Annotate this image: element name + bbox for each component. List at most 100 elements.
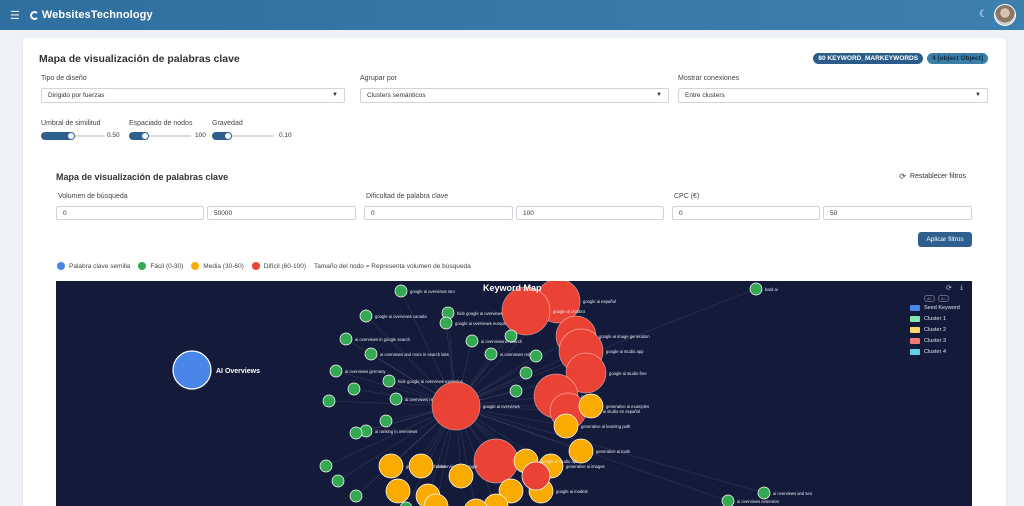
keyword-node[interactable] — [504, 329, 518, 343]
keyword-node[interactable] — [385, 478, 411, 504]
volume-max-input[interactable]: 50000 — [207, 206, 356, 220]
cluster-legend-item: Cluster 4 — [910, 349, 960, 355]
keyword-node-label: generative ai tools — [596, 449, 630, 454]
keyword-node-label: google ai overviews — [483, 404, 520, 409]
keyword-node[interactable] — [465, 334, 479, 348]
graph-canvas[interactable]: AI Overviews google ai overviews seo hide … — [56, 281, 972, 506]
zoom-out-icon[interactable]: A↓ — [938, 295, 949, 302]
legend-size-note: Tamaño del nodo = Representa volumen de … — [314, 262, 471, 270]
keyword-node[interactable] — [331, 474, 345, 488]
page-title: Mapa de visualización de palabras clave — [39, 53, 240, 65]
keyword-node[interactable] — [448, 463, 474, 489]
keyword-node[interactable] — [553, 413, 579, 439]
dark-mode-icon[interactable]: ☾ — [979, 9, 988, 20]
similarity-track[interactable] — [75, 135, 105, 137]
refresh-graph-icon[interactable]: ⟳ — [946, 284, 952, 292]
seed-dot-icon — [57, 262, 65, 270]
keyword-node-label: ai overviews extension — [737, 499, 780, 504]
keyword-node[interactable] — [382, 374, 396, 388]
keyword-node[interactable] — [329, 364, 343, 378]
download-icon[interactable]: ⤓ — [960, 284, 963, 292]
avatar[interactable] — [994, 4, 1016, 26]
connections-value: Entre clusters — [685, 92, 725, 99]
graph-title: Keyword Map — [483, 283, 542, 293]
keyword-node[interactable] — [389, 392, 403, 406]
design-type-value: Dirigido por fuerzas — [48, 92, 105, 99]
keyword-node[interactable] — [519, 366, 533, 380]
cpc-min-input[interactable]: 0 — [672, 206, 820, 220]
keyword-node[interactable] — [394, 284, 408, 298]
difficulty-label: Dificultad de palabra clave — [366, 193, 449, 200]
keyword-node-label: google ai studio api — [541, 459, 577, 464]
connections-select[interactable]: Entre clusters ▼ — [678, 88, 988, 103]
keyword-node[interactable] — [473, 438, 519, 484]
zoom-in-icon[interactable]: A↑ — [924, 295, 935, 302]
reset-filters-label: Restablecer filtros — [909, 173, 966, 180]
similarity-label: Umbral de similitud — [41, 120, 101, 127]
keyword-node[interactable] — [408, 453, 434, 479]
legend-easy: Fácil (0-30) — [138, 262, 183, 270]
cluster-legend-label: Cluster 1 — [924, 316, 947, 322]
refresh-icon: ⟳ — [899, 172, 906, 181]
gravity-slider[interactable] — [212, 132, 232, 140]
volume-min-input[interactable]: 0 — [56, 206, 204, 220]
keyword-node-label: bard ai — [765, 287, 778, 292]
legend-seed: Palabra clave semilla — [57, 262, 130, 270]
seed-node[interactable] — [172, 350, 212, 390]
keyword-node[interactable] — [757, 486, 771, 500]
keyword-node[interactable] — [464, 498, 488, 506]
keyword-node[interactable] — [364, 347, 378, 361]
cluster2-swatch-icon — [910, 327, 920, 333]
reset-filters-button[interactable]: ⟳ Restablecer filtros — [899, 172, 966, 181]
gravity-value: 0.10 — [279, 132, 292, 139]
cluster-legend-item: Seed Keyword — [910, 305, 960, 311]
keyword-node[interactable] — [749, 282, 763, 296]
cluster-legend-label: Cluster 2 — [924, 327, 947, 333]
cpc-max-input[interactable]: 50 — [823, 206, 972, 220]
keyword-node[interactable] — [721, 494, 735, 506]
keyword-node-label: google ai chatbot — [553, 309, 586, 314]
keyword-node[interactable] — [378, 453, 404, 479]
keyword-node[interactable] — [339, 332, 353, 346]
group-by-select[interactable]: Clusters semánticos ▼ — [360, 88, 669, 103]
keyword-node[interactable] — [379, 414, 393, 428]
difficulty-min-input[interactable]: 0 — [364, 206, 513, 220]
apply-filters-button[interactable]: Aplicar filtros — [918, 232, 972, 247]
spacing-value: 100 — [195, 132, 206, 139]
design-type-select[interactable]: Dirigido por fuerzas ▼ — [41, 88, 345, 103]
chevron-down-icon: ▼ — [332, 92, 338, 98]
keyword-node[interactable] — [578, 393, 604, 419]
spacing-track[interactable] — [149, 135, 191, 137]
volume-label: Volumen de búsqueda — [58, 193, 128, 200]
cluster-legend-item: Cluster 2 — [910, 327, 960, 333]
keyword-node[interactable] — [509, 384, 523, 398]
keyword-node[interactable] — [521, 461, 551, 491]
cluster-legend-label: Cluster 3 — [924, 338, 947, 344]
legend-easy-label: Fácil (0-30) — [150, 262, 184, 270]
keyword-node[interactable] — [349, 489, 363, 503]
brand-name[interactable]: WebsitesTechnology — [42, 9, 153, 21]
difficulty-max-input[interactable]: 100 — [516, 206, 664, 220]
hamburger-menu-icon[interactable]: ☰ — [10, 9, 20, 22]
cluster4-swatch-icon — [910, 349, 920, 355]
keyword-node[interactable] — [322, 394, 336, 408]
keyword-node[interactable] — [501, 286, 551, 336]
difficulty-legend: Palabra clave semilla Fácil (0-30) Media… — [57, 262, 471, 270]
spacing-slider[interactable] — [129, 132, 149, 140]
keyword-node-label: ai overviews germany — [345, 369, 386, 374]
gravity-track[interactable] — [232, 135, 274, 137]
chevron-down-icon: ▼ — [656, 92, 662, 98]
keyword-node[interactable] — [319, 459, 333, 473]
keyword-graph[interactable]: AI Overviews google ai overviews seo hide … — [56, 281, 972, 506]
legend-hard: Difícil (60-100) — [251, 262, 306, 270]
keyword-node-label: ai overviews and more in search labs — [380, 352, 449, 357]
keyword-node[interactable] — [439, 316, 453, 330]
similarity-slider[interactable] — [41, 132, 75, 140]
keyword-node[interactable] — [484, 347, 498, 361]
keyword-node-label: generative ai examples — [606, 404, 649, 409]
keyword-node[interactable] — [359, 309, 373, 323]
keyword-node[interactable] — [431, 381, 481, 431]
keyword-node[interactable] — [349, 426, 363, 440]
keyword-node[interactable] — [347, 382, 361, 396]
keyword-node[interactable] — [529, 349, 543, 363]
